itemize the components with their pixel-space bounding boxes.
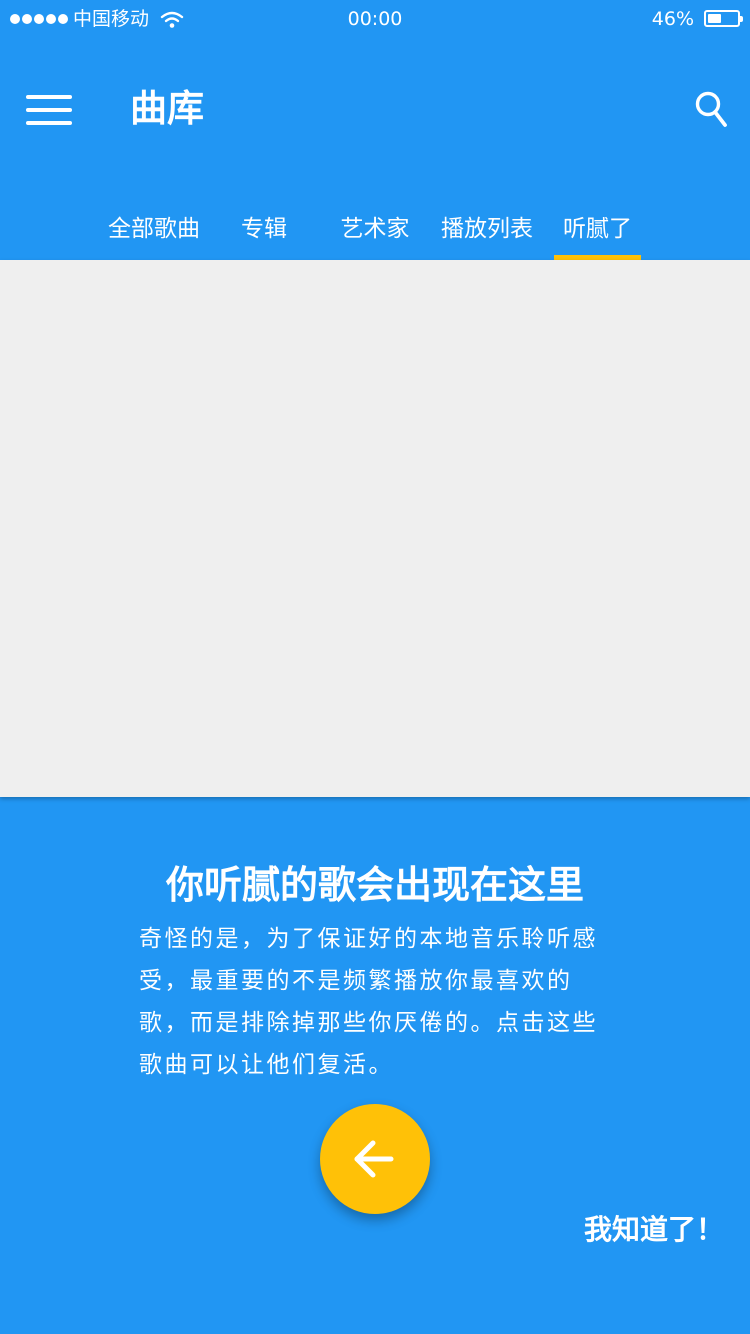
dismiss-button[interactable]: 我知道了！ bbox=[584, 1208, 724, 1252]
empty-content-area bbox=[0, 260, 750, 797]
page-title: 曲库 bbox=[130, 87, 204, 130]
battery-icon bbox=[704, 10, 743, 27]
hint-title: 你听腻的歌会出现在这里 bbox=[165, 863, 584, 907]
tab-playlists[interactable]: 播放列表 bbox=[436, 210, 538, 260]
arrow-left-icon bbox=[354, 1140, 394, 1178]
tab-bar: 全部歌曲 专辑 艺术家 播放列表 听腻了 bbox=[0, 210, 750, 260]
status-time: 00:00 bbox=[347, 8, 403, 30]
battery-fill bbox=[708, 14, 721, 23]
tab-tired-of[interactable]: 听腻了 bbox=[554, 210, 641, 260]
tab-all-songs[interactable]: 全部歌曲 bbox=[100, 210, 208, 260]
menu-icon[interactable] bbox=[26, 95, 72, 125]
hint-body: 奇怪的是，为了保证好的本地音乐聆听感受，最重要的不是频繁播放你最喜欢的歌，而是排… bbox=[139, 926, 598, 1078]
battery-percent: 46% bbox=[651, 8, 694, 30]
status-bar: 中国移动 00:00 46% bbox=[0, 0, 750, 40]
tab-artists[interactable]: 艺术家 bbox=[330, 210, 420, 260]
search-icon[interactable] bbox=[694, 90, 728, 128]
back-fab-button[interactable] bbox=[320, 1104, 430, 1214]
tab-albums[interactable]: 专辑 bbox=[228, 210, 300, 260]
